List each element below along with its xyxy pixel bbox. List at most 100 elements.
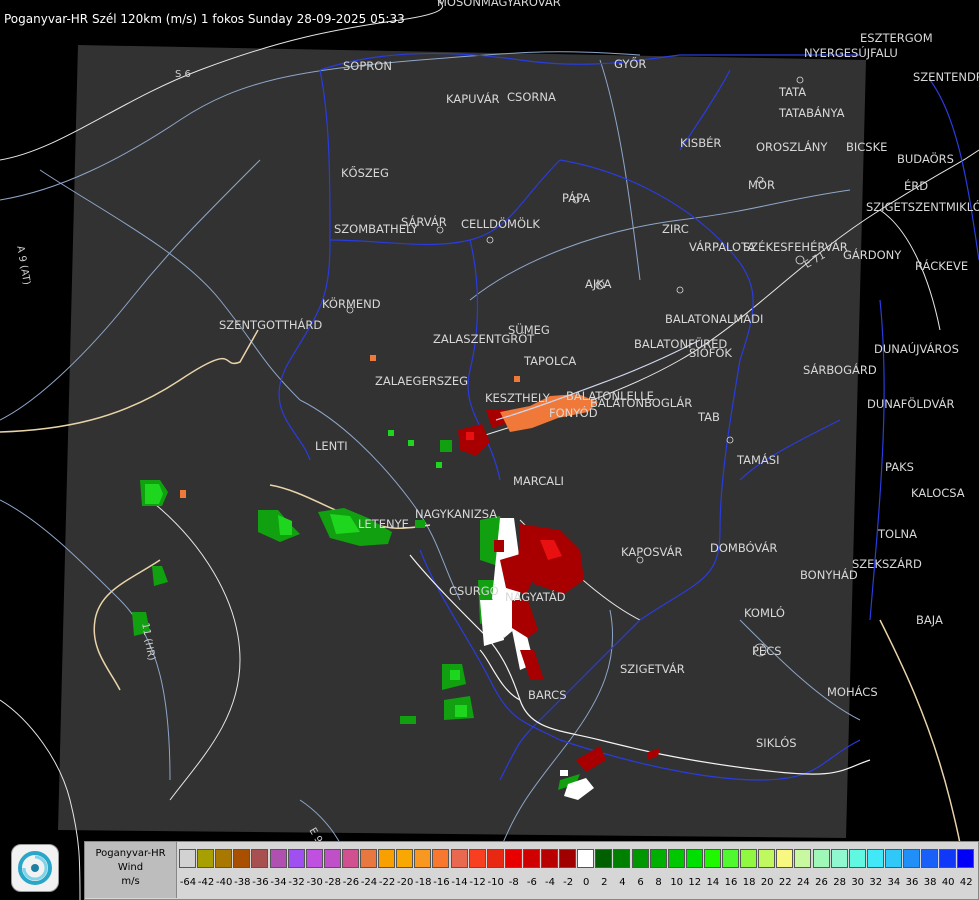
city-label: CSURGÓ <box>449 584 499 598</box>
city-label: BONYHÁD <box>800 568 858 582</box>
legend-label: 12 <box>688 877 702 888</box>
radar-map <box>0 0 979 900</box>
legend-label: -2 <box>563 877 574 888</box>
city-label: SÁRBOGÁRD <box>803 363 877 377</box>
city-label: BAJA <box>916 613 943 627</box>
legend-label: 36 <box>905 877 919 888</box>
city-label: KŐSZEG <box>341 166 389 180</box>
legend-label: 16 <box>724 877 738 888</box>
city-label: TAMÁSI <box>737 453 780 467</box>
legend-label: -64 <box>179 877 197 888</box>
city-label: SÁRVÁR <box>401 215 447 229</box>
city-label: KOMLÓ <box>744 606 785 620</box>
legend-swatch <box>233 849 251 868</box>
legend-label: 30 <box>851 877 865 888</box>
legend-swatch <box>450 849 468 868</box>
city-label: DOMBÓVÁR <box>710 541 778 555</box>
legend-swatch <box>649 849 667 868</box>
legend-swatch <box>903 849 920 868</box>
legend-label: -4 <box>545 877 555 888</box>
city-label: TAPOLCA <box>524 354 577 368</box>
legend-label: 8 <box>655 877 662 888</box>
city-label: KÖRMEND <box>322 297 381 311</box>
legend-title: Poganyvar-HR Wind m/s <box>85 842 177 898</box>
city-label: BUDAÖRS <box>897 152 954 166</box>
legend-swatch <box>197 849 215 868</box>
city-label: AJKA <box>585 277 612 291</box>
legend-title-line1: Poganyvar-HR <box>95 848 166 859</box>
legend-swatch <box>667 849 685 868</box>
city-label: SZEKSZÁRD <box>852 557 922 571</box>
legend-swatch <box>559 849 577 868</box>
legend-swatch <box>613 849 631 868</box>
legend-swatch <box>722 849 739 868</box>
legend-swatch <box>541 849 558 868</box>
legend-swatch <box>378 849 396 868</box>
legend-swatch <box>305 849 323 868</box>
legend-swatch <box>848 849 866 868</box>
city-label: SZENTENDRE <box>913 70 979 84</box>
legend-label: 28 <box>833 877 846 888</box>
legend-swatch <box>921 849 939 868</box>
city-label: KISBÉR <box>680 136 722 150</box>
city-label: ESZTERGOM <box>860 31 933 45</box>
city-label: LETENYE <box>358 517 409 531</box>
legend-unit: m/s <box>121 876 140 887</box>
city-label: KESZTHELY <box>485 391 550 405</box>
city-label: ZIRC <box>662 222 689 236</box>
city-label: TATA <box>779 85 807 99</box>
legend-label: -28 <box>324 877 341 888</box>
legend-label: -22 <box>378 877 396 888</box>
legend-swatch <box>215 849 233 868</box>
city-label: BICSKE <box>846 140 888 154</box>
city-label: OROSZLÁNY <box>756 140 828 154</box>
city-label: PAKS <box>885 460 914 474</box>
city-label: KALOCSA <box>911 486 965 500</box>
legend-swatch <box>812 849 830 868</box>
city-label: NAGYKANIZSA <box>415 507 498 521</box>
city-label: SOPRON <box>343 59 392 73</box>
city-label: TAB <box>698 410 720 424</box>
city-label: CSORNA <box>507 90 556 104</box>
legend-label: -18 <box>415 877 432 888</box>
city-label: PÉCS <box>752 644 782 658</box>
city-label: ÉRD <box>904 179 929 193</box>
city-label: SIKLÓS <box>756 736 797 750</box>
legend-label: 38 <box>923 877 937 888</box>
legend-label: -16 <box>433 877 450 888</box>
legend-label: -24 <box>360 877 378 888</box>
legend-swatch <box>360 849 377 868</box>
legend-swatch <box>685 849 703 868</box>
city-label: NYERGESÚJFALU <box>804 46 898 60</box>
legend-swatch <box>522 849 540 868</box>
app-logo <box>11 844 59 892</box>
city-label: LENTI <box>315 439 348 453</box>
legend-label: -40 <box>216 877 233 888</box>
legend-swatch <box>830 849 848 868</box>
city-label: MOSONMAGYARÓVÁR <box>437 0 561 9</box>
legend-swatch <box>740 849 758 868</box>
legend-label: -10 <box>487 877 504 888</box>
legend-label: 10 <box>670 877 684 888</box>
legend-swatch <box>595 849 613 868</box>
legend-swatch <box>341 849 359 868</box>
legend-label: -20 <box>397 877 414 888</box>
city-label: CELLDÖMÖLK <box>461 217 540 231</box>
legend-swatch <box>577 849 595 868</box>
city-label: TOLNA <box>878 527 917 541</box>
legend-swatch <box>251 849 269 868</box>
city-label: SZÉKESFEHÉRVÁR <box>743 240 848 254</box>
city-label: ZALAEGERSZEG <box>375 374 469 388</box>
legend-label: 34 <box>887 877 901 888</box>
city-label: PÁPA <box>562 191 591 205</box>
city-label: GYŐR <box>614 57 647 71</box>
city-label: FONYÓD <box>549 406 598 420</box>
legend-label: -42 <box>197 877 215 888</box>
legend-label: 18 <box>742 877 756 888</box>
legend-swatch <box>776 849 794 868</box>
swirl-logo-icon <box>18 851 52 885</box>
legend-label: -38 <box>234 877 251 888</box>
city-label: SZENTGOTTHÁRD <box>219 318 323 332</box>
legend-label: 0 <box>583 877 590 888</box>
legend-label: -30 <box>306 877 323 888</box>
